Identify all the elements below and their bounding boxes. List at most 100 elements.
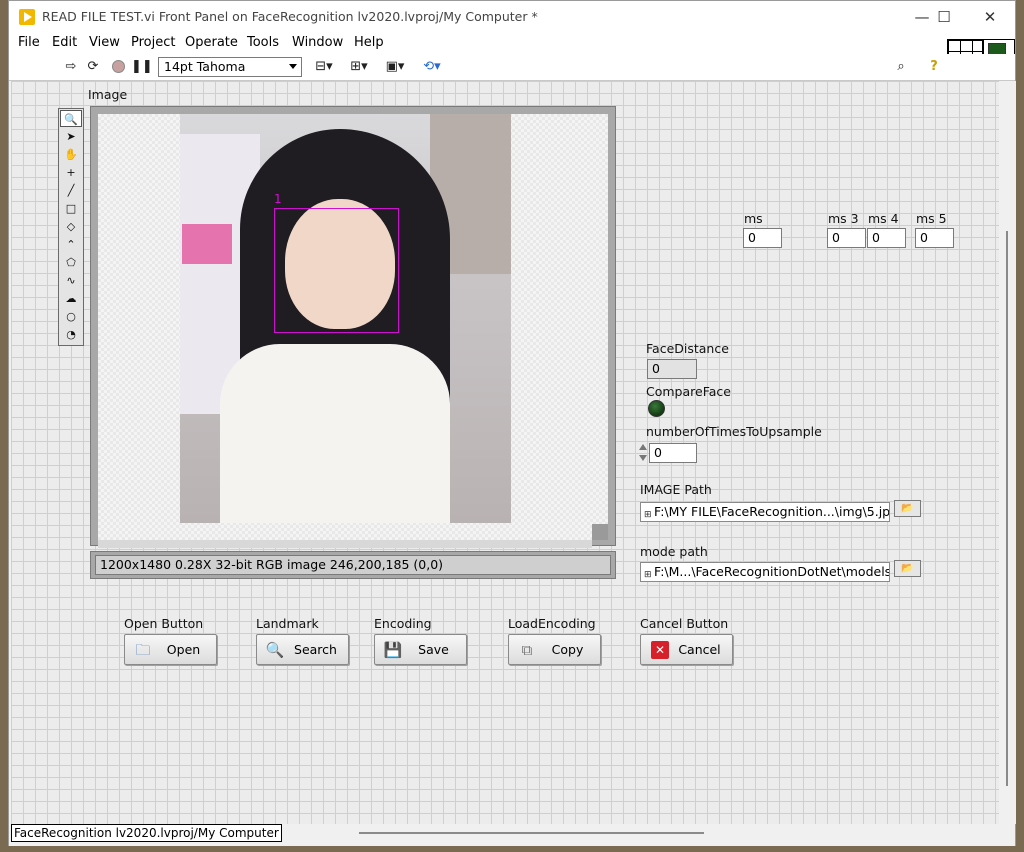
encoding-save-button[interactable]: 💾 Save xyxy=(374,634,467,665)
align-objects-icon[interactable]: ⊟▾ xyxy=(311,59,337,75)
freehand-line-icon[interactable]: ∿ xyxy=(60,272,82,289)
close-x-icon: ✕ xyxy=(651,641,669,659)
load-encoding-copy-button[interactable]: ⧉ Copy xyxy=(508,634,601,665)
font-selector-value: 14pt Tahoma xyxy=(164,59,246,74)
distribute-objects-icon[interactable]: ⊞▾ xyxy=(346,59,372,75)
chevron-down-icon xyxy=(289,64,297,69)
upsample-control[interactable]: 0 xyxy=(649,443,697,463)
image-path-control[interactable]: ⊞ F:\MY FILE\FaceRecognition...\img\5.jp… xyxy=(640,502,890,522)
menu-view[interactable]: View xyxy=(89,35,120,50)
image-scroll-corner xyxy=(592,524,608,540)
open-button-label: Open xyxy=(166,642,201,657)
window-title: READ FILE TEST.vi Front Panel on FaceRec… xyxy=(42,9,538,24)
copy-icon: ⧉ xyxy=(521,641,533,659)
menu-edit[interactable]: Edit xyxy=(52,35,77,50)
zoom-tool-icon[interactable]: 🔍 xyxy=(60,110,82,127)
freehand-region-icon[interactable]: ☁ xyxy=(60,290,82,307)
ms-label: ms xyxy=(744,211,763,226)
image-path-browse-button[interactable]: 📂 xyxy=(894,500,921,517)
magnifier-icon: 🔍 xyxy=(265,641,285,659)
menu-tools[interactable]: Tools xyxy=(247,35,279,50)
select-arrow-icon[interactable]: ➤ xyxy=(60,128,82,145)
decrement-arrow-icon[interactable] xyxy=(639,455,647,461)
search-icon[interactable]: ⌕ xyxy=(890,59,912,75)
face-box-index: 1 xyxy=(274,192,282,206)
project-context[interactable]: FaceRecognition lv2020.lvproj/My Compute… xyxy=(11,824,282,842)
upsample-label: numberOfTimesToUpsample xyxy=(646,424,822,439)
cancel-button-caption: Cancel Button xyxy=(640,616,729,631)
image-display[interactable]: 1 xyxy=(90,106,616,548)
menu-file[interactable]: File xyxy=(18,35,40,50)
mode-path-control[interactable]: ⊞ F:\M...\FaceRecognitionDotNet\models xyxy=(640,562,890,582)
font-selector[interactable]: 14pt Tahoma xyxy=(158,57,302,77)
annulus-tool-icon[interactable]: ◔ xyxy=(60,326,82,343)
run-arrow-icon[interactable]: ⇨ xyxy=(62,59,80,75)
image-info-text: 1200x1480 0.28X 32-bit RGB image 246,200… xyxy=(95,555,611,575)
pause-icon[interactable]: ❚❚ xyxy=(131,59,153,75)
image-path-value: F:\MY FILE\FaceRecognition...\img\5.jpg xyxy=(654,504,890,519)
open-button[interactable]: 🗀 Open xyxy=(124,634,217,665)
help-icon[interactable]: ? xyxy=(925,59,943,75)
landmark-button-label: Search xyxy=(294,642,337,657)
ms3-label: ms 3 xyxy=(828,211,859,226)
maximize-button[interactable]: ☐ xyxy=(921,1,967,33)
ms5-label: ms 5 xyxy=(916,211,947,226)
horizontal-scroll-thumb[interactable] xyxy=(359,832,704,834)
close-button[interactable]: ✕ xyxy=(967,1,1013,33)
panel-vertical-scrollbar[interactable] xyxy=(999,81,1016,824)
landmark-button-caption: Landmark xyxy=(256,616,319,631)
path-icon: ⊞ xyxy=(644,570,652,580)
point-tool-icon[interactable]: + xyxy=(60,164,82,181)
menu-bar: File Edit View Project Operate Tools Win… xyxy=(9,33,1015,54)
status-bar: FaceRecognition lv2020.lvproj/My Compute… xyxy=(9,824,1015,846)
rectangle-tool-icon[interactable]: □ xyxy=(60,200,82,217)
abort-icon[interactable] xyxy=(109,59,127,75)
labview-app-icon xyxy=(19,9,35,25)
open-button-caption: Open Button xyxy=(124,616,204,631)
vertical-scroll-thumb[interactable] xyxy=(1006,231,1008,786)
rotated-rectangle-icon[interactable]: ◇ xyxy=(60,218,82,235)
mode-path-browse-button[interactable]: 📂 xyxy=(894,560,921,577)
folder-open-icon: 🗀 xyxy=(135,641,151,659)
menu-help[interactable]: Help xyxy=(354,35,384,50)
compare-face-label: CompareFace xyxy=(646,384,731,399)
image-tool-palette: 🔍 ➤ ✋ + ╱ □ ◇ ⌃ ⬠ ∿ ☁ ○ ◔ xyxy=(58,108,84,346)
resize-objects-icon[interactable]: ▣▾ xyxy=(382,59,408,75)
title-bar[interactable]: READ FILE TEST.vi Front Panel on FaceRec… xyxy=(9,1,1015,33)
image-label: Image xyxy=(88,87,128,102)
pan-hand-icon[interactable]: ✋ xyxy=(60,146,82,163)
menu-operate[interactable]: Operate xyxy=(185,35,238,50)
upsample-increment-decrement[interactable] xyxy=(638,443,648,463)
ms3-indicator: 0 xyxy=(827,228,866,248)
encoding-button-label: Save xyxy=(418,642,449,657)
increment-arrow-icon[interactable] xyxy=(639,444,647,450)
ms-indicator: 0 xyxy=(743,228,782,248)
face-distance-label: FaceDistance xyxy=(646,341,729,356)
menu-window[interactable]: Window xyxy=(292,35,343,50)
oval-tool-icon[interactable]: ○ xyxy=(60,308,82,325)
front-panel[interactable]: Image 🔍 ➤ ✋ + ╱ □ ◇ ⌃ ⬠ ∿ ☁ ○ ◔ 1 1200x1… xyxy=(11,81,999,824)
line-tool-icon[interactable]: ╱ xyxy=(60,182,82,199)
reorder-icon[interactable]: ⟲▾ xyxy=(419,59,445,75)
landmark-search-button[interactable]: 🔍 Search xyxy=(256,634,349,665)
image-path-label: IMAGE Path xyxy=(640,482,712,497)
cancel-button[interactable]: ✕ Cancel xyxy=(640,634,733,665)
menu-project[interactable]: Project xyxy=(131,35,175,50)
ms4-label: ms 4 xyxy=(868,211,899,226)
polygon-tool-icon[interactable]: ⬠ xyxy=(60,254,82,271)
mode-path-value: F:\M...\FaceRecognitionDotNet\models xyxy=(654,564,890,579)
broken-line-icon[interactable]: ⌃ xyxy=(60,236,82,253)
encoding-button-caption: Encoding xyxy=(374,616,432,631)
load-encoding-button-label: Copy xyxy=(551,642,584,657)
ms5-indicator: 0 xyxy=(915,228,954,248)
ms4-indicator: 0 xyxy=(867,228,906,248)
image-canvas[interactable]: 1 xyxy=(98,114,608,540)
run-continuously-icon[interactable]: ⟳ xyxy=(84,59,102,75)
image-info-bar: 1200x1480 0.28X 32-bit RGB image 246,200… xyxy=(90,551,616,579)
load-encoding-button-caption: LoadEncoding xyxy=(508,616,596,631)
face-distance-indicator: 0 xyxy=(647,359,697,379)
cancel-button-label: Cancel xyxy=(678,642,721,657)
face-detection-box xyxy=(274,208,399,333)
path-icon: ⊞ xyxy=(644,510,652,520)
image-horizontal-scrollbar[interactable] xyxy=(98,540,592,548)
